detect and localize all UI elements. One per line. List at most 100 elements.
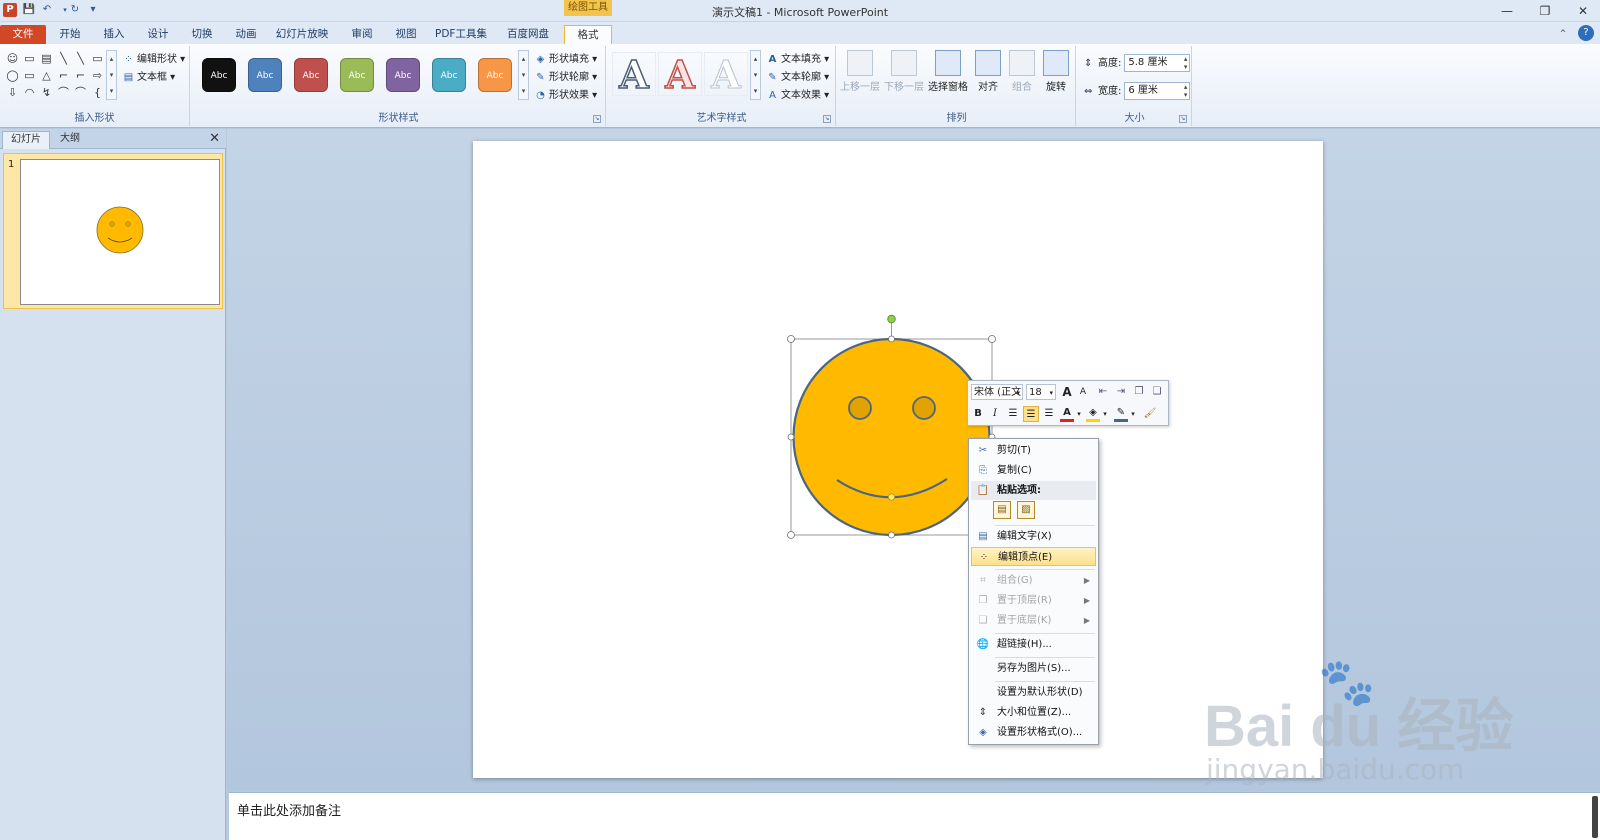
bring-front-icon[interactable]: ❐ bbox=[1132, 384, 1146, 400]
text-outline-button[interactable]: ✎ 文本轮廓 ▾ bbox=[766, 68, 829, 83]
shape-style-swatch[interactable]: Abc bbox=[294, 58, 328, 92]
grow-font-icon[interactable]: A bbox=[1060, 384, 1074, 400]
rotation-handle[interactable] bbox=[887, 314, 896, 324]
menu-item-cut[interactable]: ✂ 剪切(T) bbox=[971, 441, 1096, 460]
text-fill-button[interactable]: A 文本填充 ▾ bbox=[766, 50, 830, 65]
shape-option[interactable]: ☺ bbox=[4, 50, 21, 67]
shape-outline-button[interactable]: ✎ 形状轮廓 ▾ bbox=[534, 68, 597, 83]
shape-option[interactable]: ⌒ bbox=[55, 84, 72, 101]
text-effects-button[interactable]: A 文本效果 ▾ bbox=[766, 86, 829, 101]
wordart-styles-launcher-icon[interactable]: ↘ bbox=[823, 115, 831, 123]
smiley-face-shape[interactable] bbox=[792, 337, 991, 537]
shape-option[interactable]: ╲ bbox=[72, 50, 89, 67]
bold-icon[interactable]: B bbox=[971, 406, 985, 422]
width-input[interactable]: 6 厘米 ▴ ▾ bbox=[1124, 82, 1191, 100]
height-spinner[interactable]: ▴ ▾ bbox=[1184, 55, 1188, 71]
smile-adjust-handle[interactable] bbox=[887, 493, 896, 501]
wordart-style-3[interactable]: A bbox=[704, 52, 748, 97]
align-right-icon[interactable]: ☰ bbox=[1042, 406, 1056, 422]
menu-item-hyperlink[interactable]: 🌐 超链接(H)... bbox=[971, 635, 1096, 654]
align-left-icon[interactable]: ☰ bbox=[1006, 406, 1020, 422]
shape-style-swatch[interactable]: Abc bbox=[432, 58, 466, 92]
menu-item-send-to-back[interactable]: ❏ 置于底层(K) ▶ bbox=[971, 611, 1096, 630]
shape-style-swatch[interactable]: Abc bbox=[202, 58, 236, 92]
shape-styles-launcher-icon[interactable]: ↘ bbox=[593, 115, 601, 123]
shape-option[interactable]: ⌐ bbox=[55, 67, 72, 84]
notes-placeholder[interactable]: 单击此处添加备注 bbox=[237, 800, 341, 819]
shape-style-swatch[interactable]: Abc bbox=[340, 58, 374, 92]
selection-pane-button[interactable]: 选择窗格 bbox=[928, 50, 968, 93]
tab-insert[interactable]: 插入 bbox=[96, 25, 132, 44]
notes-pane[interactable]: 单击此处添加备注 bbox=[229, 792, 1600, 840]
shape-fill-button[interactable]: ◈ 形状填充 ▾ bbox=[534, 50, 598, 65]
minimize-ribbon-icon[interactable]: ⌃ bbox=[1556, 25, 1570, 44]
shape-option[interactable]: ◯ bbox=[4, 67, 21, 84]
font-name-select[interactable]: 宋体 (正文 ▾ bbox=[971, 384, 1023, 400]
menu-item-edit-text[interactable]: ▤ 编辑文字(X) bbox=[971, 527, 1096, 546]
size-launcher-icon[interactable]: ↘ bbox=[1179, 115, 1187, 123]
shape-option[interactable]: △ bbox=[38, 67, 55, 84]
tab-review[interactable]: 审阅 bbox=[344, 25, 380, 44]
shape-option[interactable]: ▤ bbox=[38, 50, 55, 67]
rotate-button[interactable]: 旋转 bbox=[1036, 50, 1076, 93]
shape-option[interactable]: ⌐ bbox=[72, 67, 89, 84]
shape-style-swatch[interactable]: Abc bbox=[248, 58, 282, 92]
shape-option[interactable]: ⇨ bbox=[89, 67, 106, 84]
tab-file[interactable]: 文件 bbox=[0, 25, 46, 44]
notes-scrollbar[interactable] bbox=[1592, 796, 1598, 838]
menu-item-bring-to-front[interactable]: ❐ 置于顶层(R) ▶ bbox=[971, 591, 1096, 610]
paste-keep-formatting-icon[interactable]: ▤ bbox=[993, 501, 1011, 519]
shape-option[interactable]: ↯ bbox=[38, 84, 55, 101]
font-size-select[interactable]: 18 ▾ bbox=[1026, 384, 1056, 400]
italic-icon[interactable]: I bbox=[988, 406, 1002, 422]
shape-option[interactable]: ▭ bbox=[21, 50, 38, 67]
tab-design[interactable]: 设计 bbox=[140, 25, 176, 44]
font-color-icon[interactable]: A bbox=[1060, 406, 1074, 422]
tab-pdf-tools[interactable]: PDF工具集 bbox=[430, 25, 492, 44]
height-input[interactable]: 5.8 厘米 ▴ ▾ bbox=[1124, 54, 1191, 72]
shape-option[interactable]: ▭ bbox=[89, 50, 106, 67]
tab-slides[interactable]: 幻灯片 bbox=[2, 131, 50, 149]
text-box-button[interactable]: ▤ 文本框 ▾ bbox=[122, 68, 175, 83]
menu-item-edit-points[interactable]: ⁘ 编辑顶点(E) bbox=[971, 547, 1096, 566]
close-button[interactable]: ✕ bbox=[1568, 2, 1598, 20]
wordart-gallery-scroll[interactable]: ▴ ▾ ▾ bbox=[750, 50, 761, 100]
shrink-font-icon[interactable]: A bbox=[1076, 384, 1090, 400]
tab-home[interactable]: 开始 bbox=[52, 25, 88, 44]
shape-option[interactable]: ⇩ bbox=[4, 84, 21, 101]
outline-color-icon[interactable]: ✎ bbox=[1114, 406, 1128, 422]
menu-item-format-shape[interactable]: ◈ 设置形状格式(O)... bbox=[971, 723, 1096, 742]
send-back-icon[interactable]: ❏ bbox=[1150, 384, 1164, 400]
outline-color-dropdown-icon[interactable]: ▾ bbox=[1129, 406, 1137, 422]
shapes-gallery-scroll[interactable]: ▴ ▾ ▾ bbox=[106, 50, 117, 100]
menu-item-copy[interactable]: ⎘ 复制(C) bbox=[971, 461, 1096, 480]
slide-canvas[interactable] bbox=[473, 141, 1323, 778]
shape-option[interactable]: ⌒ bbox=[72, 84, 89, 101]
slide-thumbnail[interactable] bbox=[20, 159, 220, 305]
send-backward-button[interactable]: 下移一层 bbox=[884, 50, 924, 93]
paste-as-picture-icon[interactable]: ▨ bbox=[1017, 501, 1035, 519]
edit-shape-button[interactable]: ⁘ 编辑形状 ▾ bbox=[122, 50, 185, 65]
style-gallery-scroll[interactable]: ▴ ▾ ▾ bbox=[518, 50, 529, 100]
restore-button[interactable]: ❐ bbox=[1530, 2, 1560, 20]
shape-option[interactable]: ◠ bbox=[21, 84, 38, 101]
increase-indent-icon[interactable]: ⇥ bbox=[1114, 384, 1128, 400]
menu-item-set-default-shape[interactable]: 设置为默认形状(D) bbox=[971, 683, 1096, 702]
menu-item-save-as-picture[interactable]: 另存为图片(S)... bbox=[971, 659, 1096, 678]
font-color-dropdown-icon[interactable]: ▾ bbox=[1075, 406, 1083, 422]
shape-style-swatch[interactable]: Abc bbox=[478, 58, 512, 92]
tab-slideshow[interactable]: 幻灯片放映 bbox=[270, 25, 334, 44]
fill-color-icon[interactable]: ◈ bbox=[1086, 406, 1100, 422]
menu-item-group[interactable]: ⌗ 组合(G) ▶ bbox=[971, 571, 1096, 590]
shape-style-swatch[interactable]: Abc bbox=[386, 58, 420, 92]
wordart-style-2[interactable]: A bbox=[658, 52, 702, 97]
tab-view[interactable]: 视图 bbox=[388, 25, 424, 44]
menu-item-size-position[interactable]: ⇕ 大小和位置(Z)... bbox=[971, 703, 1096, 722]
tab-animations[interactable]: 动画 bbox=[228, 25, 264, 44]
close-pane-icon[interactable]: ✕ bbox=[209, 131, 220, 146]
shape-option[interactable]: { bbox=[89, 84, 106, 101]
bring-forward-button[interactable]: 上移一层 bbox=[840, 50, 880, 93]
fill-color-dropdown-icon[interactable]: ▾ bbox=[1101, 406, 1109, 422]
width-spinner[interactable]: ▴ ▾ bbox=[1184, 83, 1188, 99]
align-center-icon[interactable]: ☰ bbox=[1023, 406, 1039, 422]
